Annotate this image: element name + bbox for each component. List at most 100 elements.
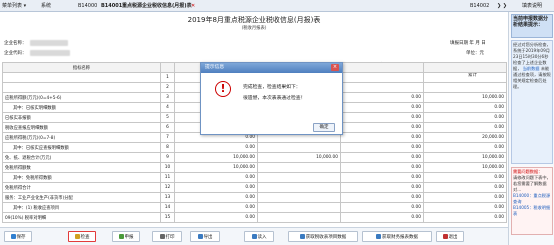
action-button-8[interactable]: 退出 bbox=[436, 231, 464, 242]
current-data-link[interactable]: 当前数据 bbox=[523, 66, 540, 71]
action-button-5[interactable]: 读入 bbox=[244, 231, 274, 242]
value-cell[interactable]: 0.00 bbox=[423, 202, 507, 213]
row-index: 11 bbox=[160, 172, 175, 183]
value-cell[interactable] bbox=[340, 82, 424, 93]
value-cell[interactable] bbox=[423, 82, 507, 93]
issue-link-2[interactable]: B14005：税收明细表 bbox=[513, 205, 551, 217]
value-cell[interactable]: 0.00 bbox=[340, 202, 424, 213]
value-cell[interactable]: 0.00 bbox=[423, 112, 507, 123]
value-cell[interactable]: 0.00 bbox=[340, 172, 424, 183]
value-cell[interactable]: 0.00 bbox=[174, 182, 258, 193]
dialog-close-icon[interactable]: × bbox=[331, 64, 339, 71]
table-row: 其中：免税所得数额 11 0.00 0.00 0.00 bbox=[2, 172, 507, 183]
value-cell[interactable]: 0.00 bbox=[174, 202, 258, 213]
value-cell[interactable]: 0.00 bbox=[340, 122, 424, 133]
action-button-0[interactable]: 保存 bbox=[4, 231, 32, 242]
value-cell[interactable]: 10,000.00 bbox=[174, 162, 258, 173]
row-label: 其中：(1) 税收应查项目 bbox=[2, 202, 161, 213]
system-tab[interactable]: 系统 bbox=[41, 2, 51, 10]
row-label: 应税所得额(万元)(0=4+5-6) bbox=[2, 92, 161, 103]
value-cell[interactable]: 0.00 bbox=[340, 142, 424, 153]
value-cell[interactable]: 0.00 bbox=[340, 212, 424, 223]
action-button-2[interactable]: 申报 bbox=[112, 231, 140, 242]
value-cell[interactable]: 0.00 bbox=[174, 172, 258, 183]
value-cell[interactable]: 10,000.00 bbox=[423, 92, 507, 103]
menu-list-tab[interactable]: 菜单列表 ▾ bbox=[2, 2, 26, 10]
action-button-6[interactable]: 获取税收表项目数据 bbox=[288, 231, 358, 242]
value-cell[interactable]: 0.00 bbox=[340, 132, 424, 143]
value-cell[interactable] bbox=[257, 192, 341, 203]
value-cell[interactable]: 0.00 bbox=[340, 92, 424, 103]
row-label bbox=[2, 82, 161, 93]
company-code-label: 企业代码： bbox=[4, 51, 27, 56]
row-label: 免税所得额数 bbox=[2, 162, 161, 173]
tab-b14002[interactable]: B14002 bbox=[470, 2, 489, 10]
value-cell[interactable]: 10,000.00 bbox=[423, 152, 507, 163]
close-tab-icon[interactable]: ✕ bbox=[191, 2, 195, 10]
scroll-tabs-right-icon[interactable]: ❯ ❯ bbox=[497, 2, 507, 10]
value-cell[interactable]: 0.00 bbox=[340, 112, 424, 123]
row-index: 2 bbox=[160, 82, 175, 93]
value-cell[interactable] bbox=[257, 162, 341, 173]
action-button-bar: 保存 检查 申报 打印 导出 读入 获取税收表项目数据 获取财务报表数据 退出 bbox=[0, 227, 508, 245]
active-tab-title[interactable]: 重点税源企业税收信息(月报)表 bbox=[122, 2, 192, 10]
button-label: 保存 bbox=[16, 234, 26, 240]
value-cell[interactable]: 0.00 bbox=[174, 212, 258, 223]
value-cell[interactable]: 0.00 bbox=[174, 142, 258, 153]
action-button-7[interactable]: 获取财务报表数据 bbox=[362, 231, 432, 242]
value-cell[interactable]: 0.00 bbox=[340, 182, 424, 193]
button-icon bbox=[10, 234, 16, 239]
value-cell[interactable] bbox=[257, 212, 341, 223]
value-cell[interactable] bbox=[257, 202, 341, 213]
value-cell[interactable]: 0.00 bbox=[340, 152, 424, 163]
value-cell[interactable]: 10,000.00 bbox=[174, 152, 258, 163]
value-cell[interactable]: 0.00 bbox=[174, 192, 258, 203]
top-tab-bar: 菜单列表 ▾ 系统 B14000 B14001 重点税源企业税收信息(月报)表 … bbox=[0, 0, 554, 12]
value-cell[interactable] bbox=[257, 172, 341, 183]
check-result-dialog: 提示信息 × ! 完成检查，检查结果如下： 很遗憾，本次表表通过检查！ 确定 bbox=[200, 62, 343, 135]
value-cell[interactable]: 0.00 bbox=[423, 212, 507, 223]
button-label: 申报 bbox=[124, 234, 134, 240]
company-name-value-redacted bbox=[30, 40, 68, 46]
form-subtitle: (税收月报表) bbox=[241, 26, 267, 31]
tab-b14000[interactable]: B14000 bbox=[78, 2, 97, 10]
dialog-header: 提示信息 × bbox=[201, 63, 342, 73]
action-button-3[interactable]: 打印 bbox=[152, 231, 182, 242]
value-cell[interactable]: 10,000.00 bbox=[423, 162, 507, 173]
button-label: 读入 bbox=[257, 234, 267, 240]
value-cell[interactable]: 0.00 bbox=[340, 102, 424, 113]
dialog-ok-button[interactable]: 确定 bbox=[313, 123, 335, 132]
button-label: 检查 bbox=[80, 234, 90, 240]
action-button-4[interactable]: 导出 bbox=[190, 231, 220, 242]
issue-link-1[interactable]: B14000：重点税源查询 bbox=[513, 193, 551, 205]
value-cell[interactable] bbox=[257, 182, 341, 193]
button-icon bbox=[118, 234, 124, 239]
value-cell[interactable] bbox=[423, 72, 507, 83]
error-icon: ! bbox=[215, 81, 231, 97]
tab-b14001[interactable]: B14001 bbox=[101, 2, 122, 10]
button-icon bbox=[299, 234, 305, 239]
table-row: 09(10%) 税率对明细 15 0.00 0.00 0.00 bbox=[2, 212, 507, 223]
value-cell[interactable]: 0.00 bbox=[423, 102, 507, 113]
value-cell[interactable]: 0.00 bbox=[423, 142, 507, 153]
fill-instructions-tab[interactable]: 填表说明 bbox=[522, 2, 542, 10]
value-cell[interactable]: 0.00 bbox=[423, 192, 507, 203]
header-cell bbox=[160, 62, 175, 73]
value-cell[interactable]: 0.00 bbox=[423, 182, 507, 193]
row-index: 8 bbox=[160, 142, 175, 153]
value-cell[interactable]: 10,000.00 bbox=[257, 152, 341, 163]
value-cell[interactable]: 20,000.00 bbox=[423, 132, 507, 143]
action-button-1[interactable]: 检查 bbox=[68, 231, 96, 242]
value-cell[interactable] bbox=[257, 142, 341, 153]
app-window: 菜单列表 ▾ 系统 B14000 B14001 重点税源企业税收信息(月报)表 … bbox=[0, 0, 554, 245]
table-row: 服务：工业产业化生产(非货币)分配 13 0.00 0.00 0.00 bbox=[2, 192, 507, 203]
indicator-name-header: 指标名称 bbox=[2, 62, 161, 73]
value-cell[interactable]: 0.00 bbox=[340, 192, 424, 203]
value-cell[interactable] bbox=[340, 72, 424, 83]
row-label: 免、抵、退税合计(万元) bbox=[2, 152, 161, 163]
value-cell[interactable]: 0.00 bbox=[340, 162, 424, 173]
value-cell[interactable]: 0.00 bbox=[423, 172, 507, 183]
row-label: 服务：工业产业化生产(非货币)分配 bbox=[2, 192, 161, 203]
value-cell[interactable]: 0.00 bbox=[423, 122, 507, 133]
header-cell bbox=[340, 62, 424, 73]
